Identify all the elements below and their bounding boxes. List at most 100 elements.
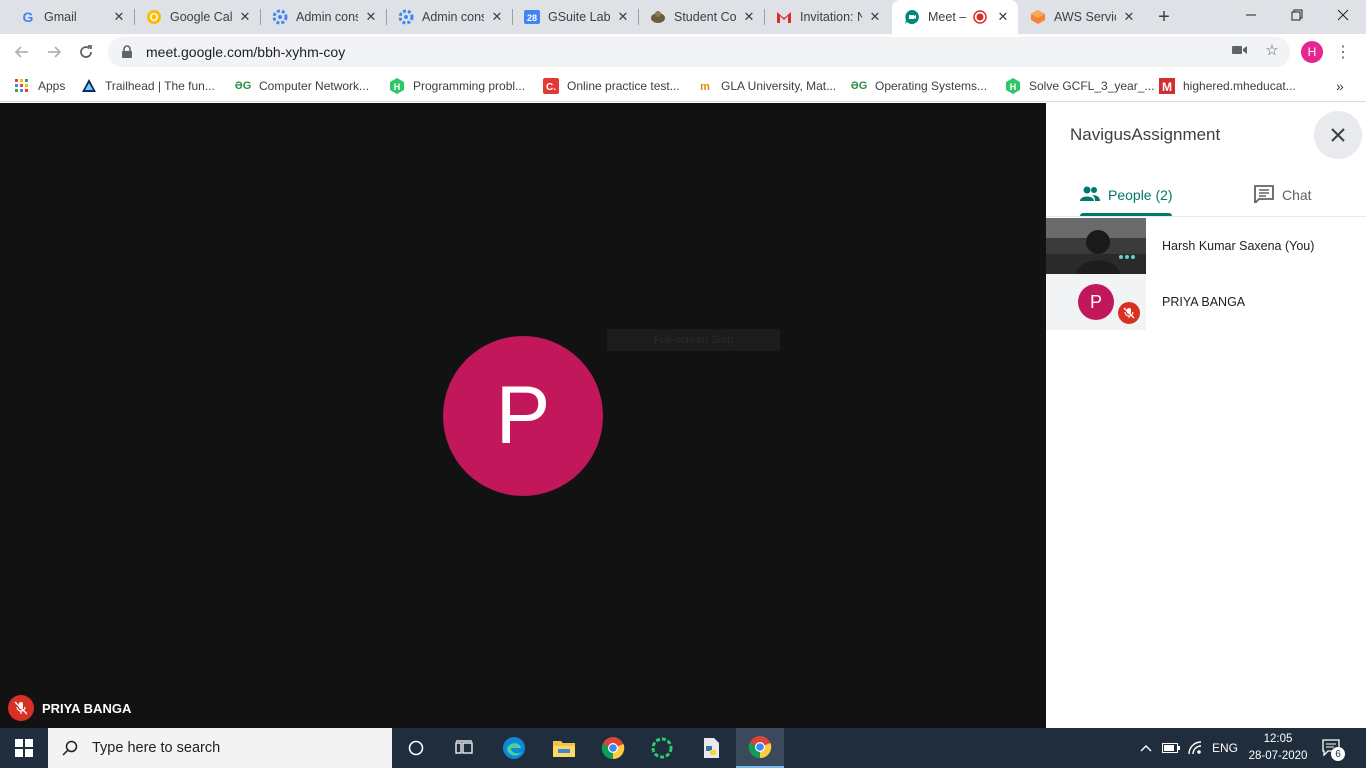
close-icon[interactable]: ✕ [994,8,1012,26]
close-icon[interactable]: ✕ [740,8,758,26]
tab-admin-console-1[interactable]: Admin cons ✕ [260,0,386,34]
participant-name: PRIYA BANGA [42,700,132,716]
restore-button[interactable] [1274,0,1320,30]
taskbar-edge[interactable] [490,728,538,768]
tab-title: Invitation: N [800,10,862,24]
lock-icon[interactable] [120,45,134,59]
arrow-right-icon [48,46,62,58]
bookmarks-bar: Apps Trailhead | The fun... ƏG Computer … [0,70,1366,102]
tab-title: Admin cons [422,10,484,24]
bookmark-gla-university[interactable]: m GLA University, Mat... [697,75,836,97]
admin-console-icon [272,9,288,25]
close-icon[interactable]: ✕ [488,8,506,26]
bookmark-mheducation[interactable]: M highered.mheducat... [1159,75,1296,97]
system-clock[interactable]: 12:05 28-07-2020 [1248,731,1308,765]
hackerrank-icon: H [389,78,405,94]
url-text[interactable]: meet.google.com/bbh-xyhm-coy [146,44,345,60]
taskbar-file-explorer[interactable] [540,728,588,768]
task-view-icon [455,740,473,754]
participant-avatar: P [1078,284,1114,320]
new-tab-button[interactable]: + [1152,5,1176,29]
taskbar-chrome[interactable] [589,728,637,768]
participant-row[interactable]: P PRIYA BANGA [1046,274,1366,330]
c-icon: C. [543,78,559,94]
tab-title: GSuite Labs [548,10,610,24]
back-button[interactable] [8,38,36,66]
calendar-28-icon: 28 [524,9,540,25]
close-icon[interactable]: ✕ [866,8,884,26]
tab-aws[interactable]: AWS Servic ✕ [1018,0,1144,34]
google-calendar-icon [146,9,162,25]
participant-name: Harsh Kumar Saxena (You) [1162,239,1315,253]
svg-text:G: G [23,9,34,25]
close-icon[interactable]: ✕ [1120,8,1138,26]
tab-people[interactable]: People (2) [1080,175,1173,215]
camera-permission-icon[interactable] [1231,41,1249,59]
tab-strip: G Gmail ✕ Google Cale ✕ Admin cons ✕ Adm… [0,0,1366,34]
bookmark-label: Computer Network... [259,79,370,93]
tab-meet[interactable]: Meet – ✕ [892,0,1018,34]
chevron-up-icon [1140,745,1152,752]
divider [1046,216,1366,217]
browser-toolbar: meet.google.com/bbh-xyhm-coy ☆ H ⋮ [0,34,1366,70]
tab-label: Chat [1282,187,1312,203]
bookmark-operating-systems[interactable]: ƏG Operating Systems... [851,75,987,97]
minimize-button[interactable] [1228,0,1274,30]
bookmark-label: Programming probl... [413,79,526,93]
bookmark-apps[interactable]: Apps [14,75,65,97]
close-icon [1337,9,1349,21]
participant-row[interactable]: Harsh Kumar Saxena (You) [1046,218,1366,274]
wifi-icon[interactable] [1188,728,1204,768]
window-close-button[interactable] [1320,0,1366,30]
tab-google-calendar[interactable]: Google Cale ✕ [134,0,260,34]
tab-admin-console-2[interactable]: Admin cons ✕ [386,0,512,34]
tab-gmail[interactable]: G Gmail ✕ [8,0,134,34]
python-file-icon [704,738,719,758]
bookmark-label: Apps [38,79,66,93]
taskbar-loading-app[interactable] [638,728,686,768]
tab-student-corner[interactable]: Student Cor ✕ [638,0,764,34]
bookmark-label: Online practice test... [567,79,680,93]
close-panel-button[interactable] [1314,111,1362,159]
tab-title: Google Cale [170,10,232,24]
tab-chat[interactable]: Chat [1254,175,1312,215]
cortana-icon [408,740,424,756]
bookmark-online-practice[interactable]: C. Online practice test... [543,75,680,97]
svg-text:H: H [394,82,401,92]
bookmark-solve-gcfl[interactable]: H Solve GCFL_3_year_... [1005,75,1154,97]
start-button[interactable] [0,728,48,768]
reload-button[interactable] [72,38,100,66]
participant-name: PRIYA BANGA [1162,295,1246,309]
tab-invitation[interactable]: Invitation: N ✕ [764,0,890,34]
show-hidden-icons-button[interactable] [1140,728,1152,768]
battery-icon[interactable] [1162,728,1180,768]
mheducation-icon: M [1159,78,1175,94]
close-icon[interactable]: ✕ [362,8,380,26]
close-icon[interactable]: ✕ [110,8,128,26]
tab-label: People (2) [1108,187,1173,203]
address-bar[interactable]: meet.google.com/bbh-xyhm-coy [108,37,1290,67]
input-language-indicator[interactable]: ENG [1212,728,1238,768]
bookmark-star-icon[interactable]: ☆ [1263,41,1281,59]
bookmark-programming-problems[interactable]: H Programming probl... [389,75,525,97]
meet-stage: P Full-screen Snip PRIYA BANGA [0,103,1046,728]
task-view-button[interactable] [440,728,488,768]
action-center-button[interactable]: 6 [1322,728,1345,768]
cortana-button[interactable] [392,728,440,768]
bookmarks-overflow-button[interactable]: » [1336,75,1344,97]
taskbar-chrome-active[interactable] [736,728,784,768]
bookmark-trailhead[interactable]: Trailhead | The fun... [81,75,215,97]
geeksforgeeks-icon: ƏG [234,80,252,92]
tab-title: Gmail [44,10,77,24]
edge-icon [503,737,525,759]
taskbar-search-box[interactable]: Type here to search [48,728,392,768]
bookmark-computer-network[interactable]: ƏG Computer Network... [235,75,369,97]
tab-title: Student Cor [674,10,736,24]
forward-button[interactable] [40,38,68,66]
tab-gsuite-labs[interactable]: 28 GSuite Labs ✕ [512,0,638,34]
close-icon[interactable]: ✕ [614,8,632,26]
close-icon[interactable]: ✕ [236,8,254,26]
profile-avatar[interactable]: H [1301,41,1323,63]
taskbar-python[interactable] [687,728,735,768]
more-vert-icon[interactable]: ⋮ [1334,41,1352,63]
